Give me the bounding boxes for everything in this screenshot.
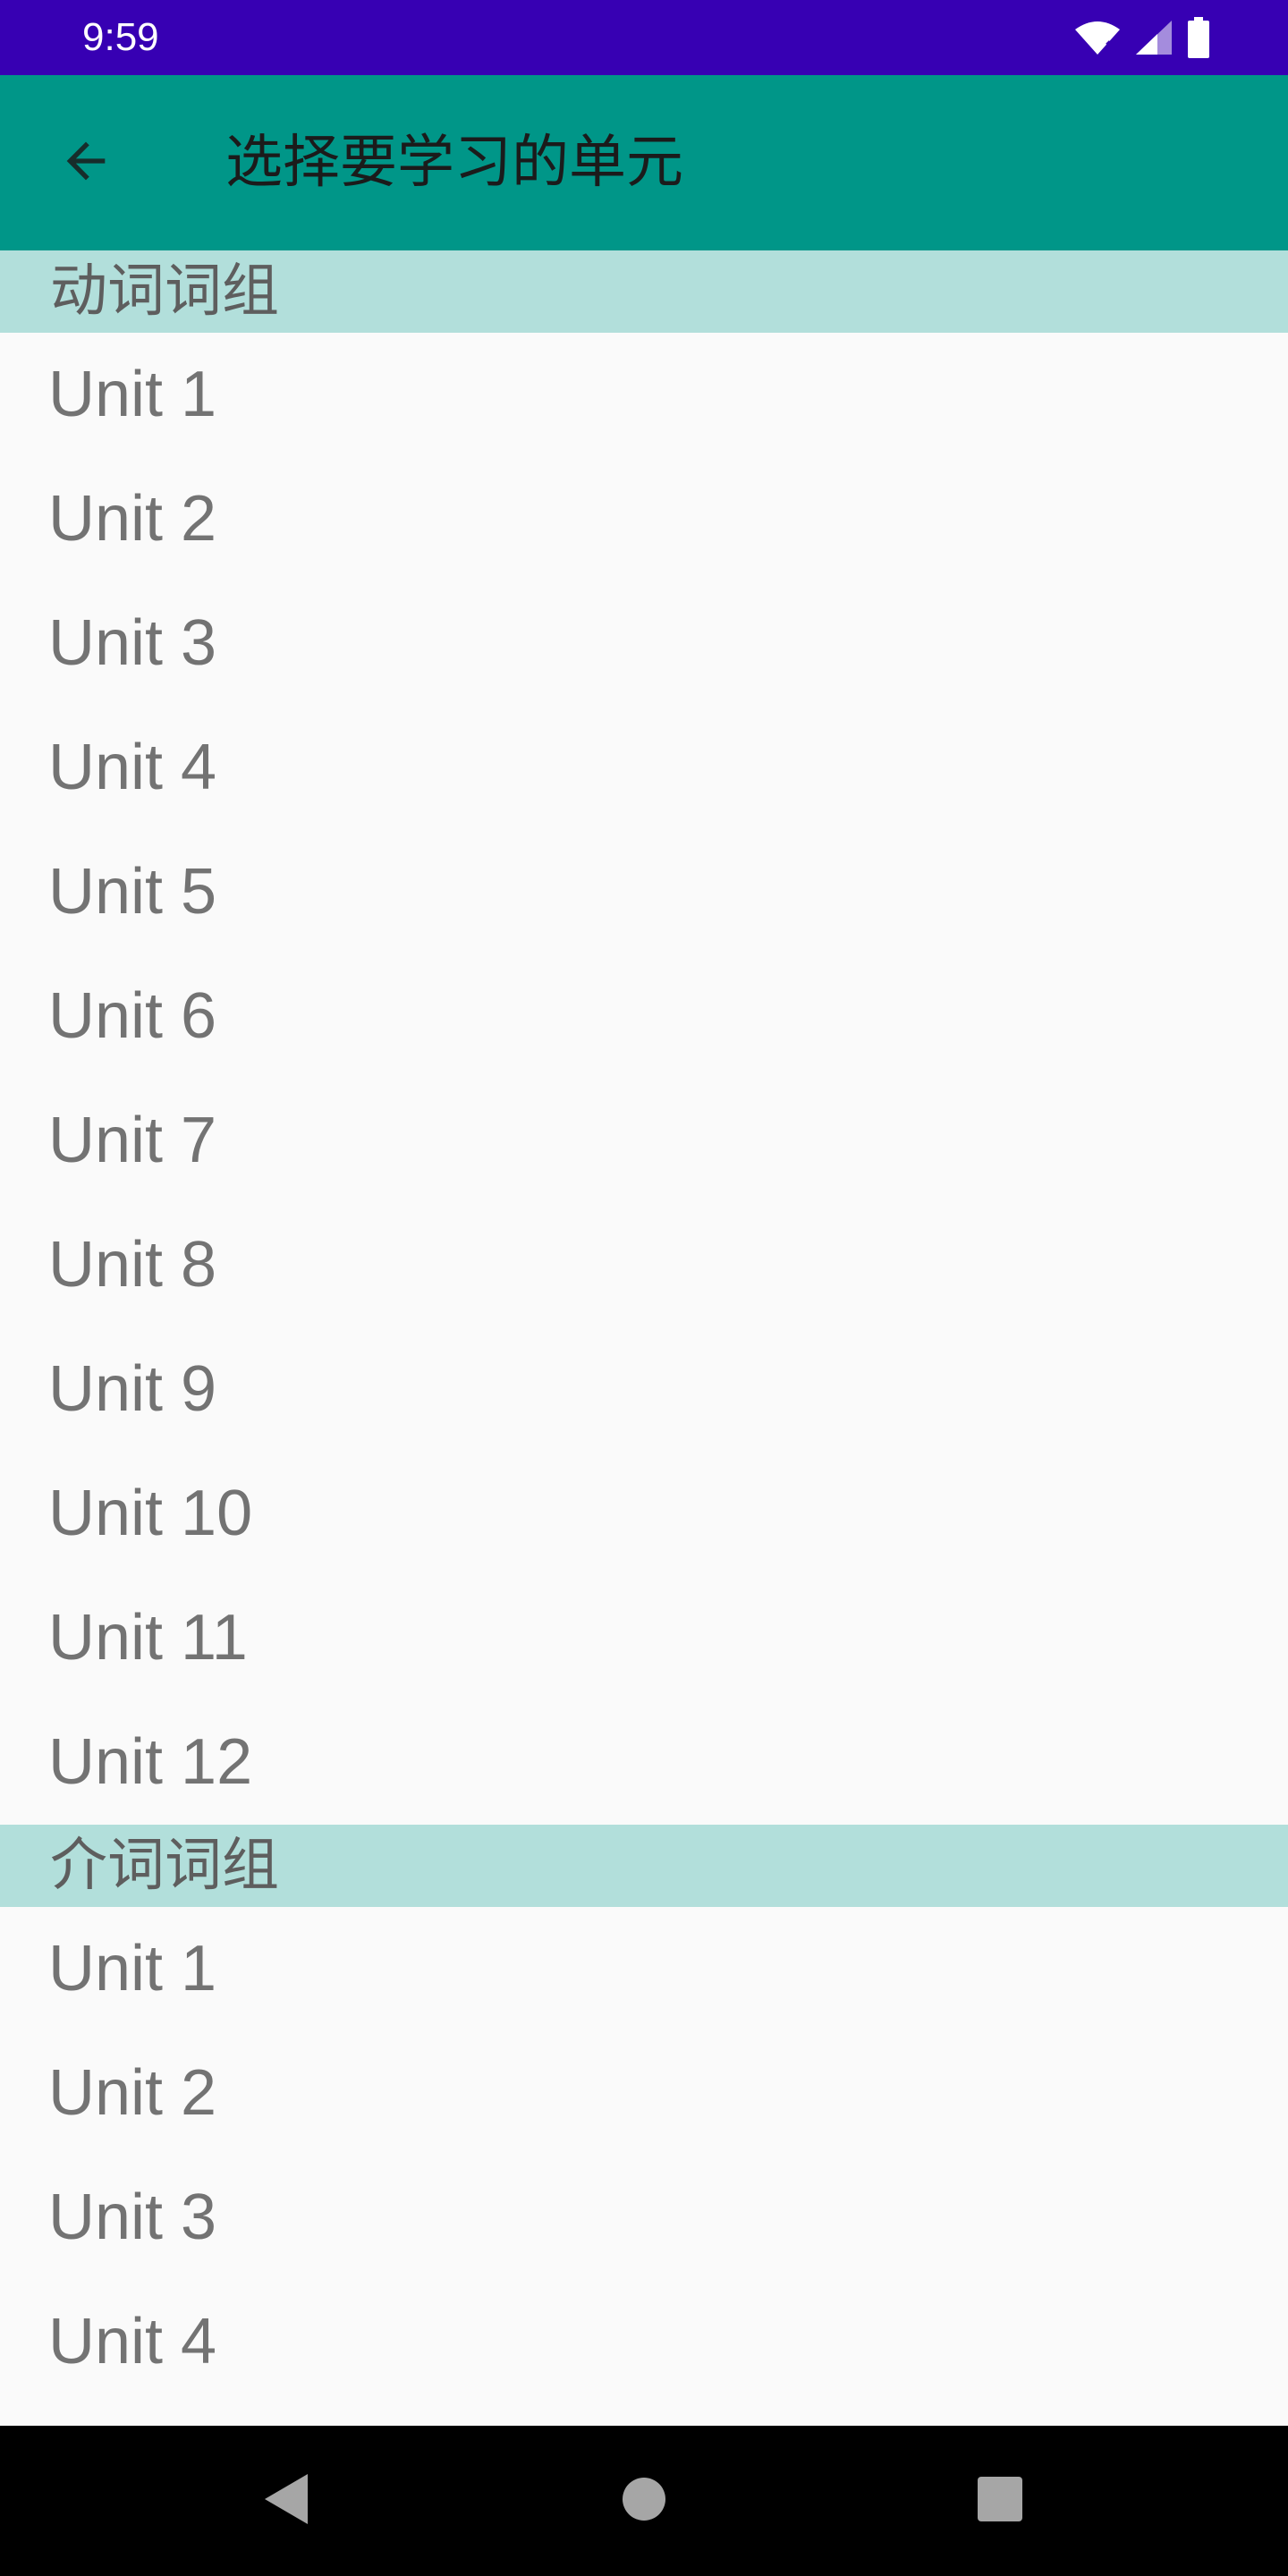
back-button[interactable] <box>43 120 129 206</box>
list-item[interactable]: Unit 3 <box>0 581 1288 706</box>
unit-list[interactable]: 动词词组 Unit 1 Unit 2 Unit 3 Unit 4 Unit 5 … <box>0 250 1288 2426</box>
section-header-verb-phrases: 动词词组 <box>0 250 1288 333</box>
list-item[interactable]: Unit 1 <box>0 333 1288 457</box>
nav-home-icon <box>621 2476 667 2526</box>
list-item[interactable]: Unit 12 <box>0 1700 1288 1825</box>
nav-recents-icon <box>976 2475 1024 2527</box>
list-item[interactable]: Unit 6 <box>0 954 1288 1079</box>
status-bar: 9:59 <box>0 0 1288 75</box>
list-item[interactable]: Unit 4 <box>0 2280 1288 2404</box>
app-bar: 选择要学习的单元 <box>0 75 1288 250</box>
navigation-bar <box>0 2426 1288 2576</box>
list-item[interactable]: Unit 10 <box>0 1452 1288 1576</box>
screen: 9:59 选择要学习的单元 动词词组 Unit 1 Unit 2 Unit 3 … <box>0 0 1288 2576</box>
nav-home-button[interactable] <box>608 2465 680 2537</box>
nav-recents-button[interactable] <box>964 2465 1036 2537</box>
list-item[interactable]: Unit 2 <box>0 457 1288 581</box>
arrow-back-icon <box>57 132 114 193</box>
list-item[interactable]: Unit 1 <box>0 1907 1288 2031</box>
list-item[interactable]: Unit 5 <box>0 830 1288 954</box>
status-icons <box>1073 16 1211 59</box>
status-time: 9:59 <box>82 15 159 59</box>
list-item[interactable]: Unit 4 <box>0 706 1288 830</box>
nav-back-icon <box>261 2470 311 2531</box>
list-item[interactable]: Unit 8 <box>0 1203 1288 1327</box>
list-item[interactable]: Unit 3 <box>0 2156 1288 2280</box>
wifi-icon <box>1073 19 1122 56</box>
list-item[interactable]: Unit 7 <box>0 1079 1288 1203</box>
nav-back-button[interactable] <box>250 2465 322 2537</box>
list-item[interactable]: Unit 9 <box>0 1327 1288 1452</box>
section-header-prepositional-phrases: 介词词组 <box>0 1825 1288 1907</box>
battery-icon <box>1186 17 1211 58</box>
page-title: 选择要学习的单元 <box>225 130 683 196</box>
cellular-signal-icon <box>1134 19 1174 56</box>
list-item[interactable]: Unit 11 <box>0 1576 1288 1700</box>
list-item[interactable]: Unit 2 <box>0 2031 1288 2156</box>
